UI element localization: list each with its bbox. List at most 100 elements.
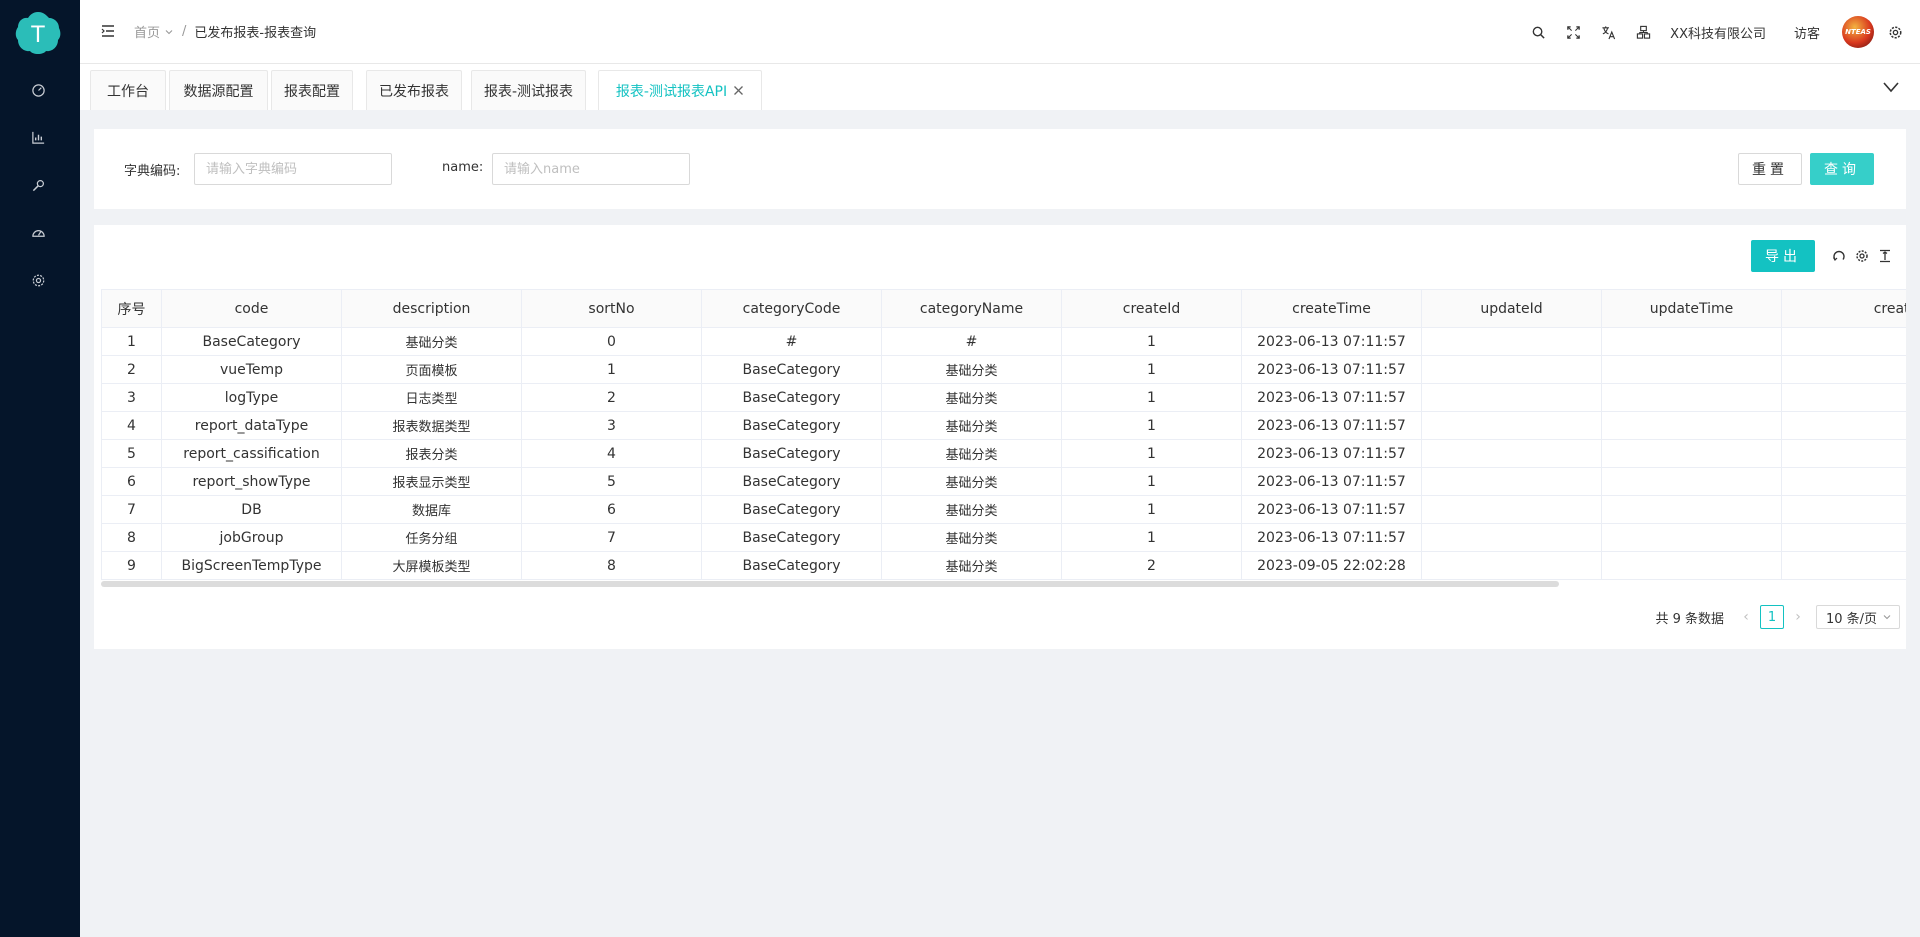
table-cell: report_cassification: [161, 439, 342, 468]
table-cell: 1: [1061, 383, 1242, 412]
table-cell: 2: [521, 383, 702, 412]
next-page-icon[interactable]: ›: [1790, 609, 1806, 625]
table-cell: [1421, 355, 1602, 384]
table-row[interactable]: 3 logType 日志类型 2 BaseCategory 基础分类 1 2023-06-13…: [101, 383, 1906, 412]
table-cell: 1: [1061, 495, 1242, 524]
settings-icon[interactable]: [28, 270, 48, 290]
table-cell: #: [881, 327, 1062, 356]
table-cell: 2: [101, 355, 162, 384]
table-row[interactable]: 7 DB 数据库 6 BaseCategory 基础分类 1 2023-06-13 07:11…: [101, 495, 1906, 524]
export-button[interactable]: 导出: [1751, 240, 1815, 272]
table-cell: 基础分类: [881, 355, 1062, 384]
table-cell: 1: [1061, 467, 1242, 496]
gear-icon[interactable]: [1886, 23, 1904, 41]
app-logo[interactable]: T: [14, 9, 62, 57]
column-height-icon[interactable]: [1877, 248, 1893, 264]
table-cell: [1781, 495, 1906, 524]
breadcrumb-home[interactable]: 首页: [134, 22, 174, 41]
avatar[interactable]: NTEAS: [1842, 16, 1874, 48]
table-cell: 基础分类: [881, 551, 1062, 580]
column-header[interactable]: categoryCode: [701, 289, 882, 328]
tab-label: 报表-测试报表: [483, 83, 574, 100]
table-cell: report_dataType: [161, 411, 342, 440]
dashboard-icon[interactable]: [28, 80, 48, 100]
table-cell: 4: [101, 411, 162, 440]
tab-datasource-config[interactable]: 数据源配置: [169, 70, 268, 110]
speed-icon[interactable]: [28, 222, 48, 242]
table-cell: 2023-06-13 07:11:57: [1241, 383, 1422, 412]
column-header[interactable]: updateId: [1421, 289, 1602, 328]
column-header[interactable]: updateTime: [1601, 289, 1782, 328]
user-name[interactable]: 访客: [1794, 23, 1820, 42]
tab-published-reports[interactable]: 已发布报表: [366, 70, 462, 110]
table-cell: 数据库: [341, 495, 522, 524]
table-row[interactable]: 5 report_cassification 报表分类 4 BaseCategory 基础…: [101, 439, 1906, 468]
table-cell: [1601, 327, 1782, 356]
tab-test-report[interactable]: 报表-测试报表: [471, 70, 586, 110]
tab-test-report-api[interactable]: 报表-测试报表API: [598, 70, 762, 110]
table-cell: [1421, 495, 1602, 524]
table-cell: 基础分类: [881, 495, 1062, 524]
horizontal-scrollbar[interactable]: [101, 581, 1559, 587]
column-header[interactable]: code: [161, 289, 342, 328]
column-settings-icon[interactable]: [1854, 248, 1870, 264]
table-row[interactable]: 1 BaseCategory 基础分类 0 # #1 2023-06-13 07:11:57: [101, 327, 1906, 356]
page-size-select[interactable]: 10 条/页: [1816, 605, 1900, 629]
name-input[interactable]: [492, 153, 690, 185]
table-cell: 基础分类: [341, 327, 522, 356]
table-row[interactable]: 8 jobGroup 任务分组 7 BaseCategory 基础分类 1 2023-06-1…: [101, 523, 1906, 552]
table-cell: 2: [1061, 551, 1242, 580]
chevron-down-icon: [165, 29, 173, 34]
page-size-label: 10 条/页: [1826, 611, 1878, 627]
table-cell: vueTemp: [161, 355, 342, 384]
dict-code-input[interactable]: [194, 153, 392, 185]
table-cell: 2023-06-13 07:11:57: [1241, 439, 1422, 468]
tab-label: 报表配置: [284, 83, 340, 100]
reset-button[interactable]: 重置: [1738, 153, 1802, 185]
table-row[interactable]: 6 report_showType 报表显示类型 5 BaseCategory 基础分类 1…: [101, 467, 1906, 496]
table-cell: [1421, 439, 1602, 468]
table-cell: 1: [1061, 355, 1242, 384]
table-cell: 7: [521, 523, 702, 552]
table-row[interactable]: 2 vueTemp 页面模板 1 BaseCategory 基础分类 1 2023-06-13…: [101, 355, 1906, 384]
fullscreen-icon[interactable]: [1564, 23, 1582, 41]
column-header[interactable]: createId: [1061, 289, 1242, 328]
column-header[interactable]: categoryName: [881, 289, 1062, 328]
refresh-icon[interactable]: [1831, 248, 1847, 264]
table-cell: 1: [1061, 327, 1242, 356]
table-cell: 基础分类: [881, 439, 1062, 468]
table-cell: 2023-06-13 07:11:57: [1241, 411, 1422, 440]
tab-report-config[interactable]: 报表配置: [271, 70, 353, 110]
table-cell: [1601, 383, 1782, 412]
table-row[interactable]: 9 BigScreenTempType 大屏模板类型 8 BaseCategory 基础分…: [101, 551, 1906, 580]
table-cell: [1781, 327, 1906, 356]
column-header[interactable]: createTime: [1241, 289, 1422, 328]
table-cell: 4: [521, 439, 702, 468]
table-row[interactable]: 4 report_dataType 报表数据类型 3 BaseCategory 基础分类 1…: [101, 411, 1906, 440]
column-header[interactable]: 序号: [101, 289, 162, 328]
table-cell: [1421, 551, 1602, 580]
table-cell: 1: [521, 355, 702, 384]
chart-icon[interactable]: [28, 127, 48, 147]
table-cell: BaseCategory: [701, 551, 882, 580]
table-cell: [1601, 467, 1782, 496]
column-header[interactable]: sortNo: [521, 289, 702, 328]
translate-icon[interactable]: [1599, 23, 1617, 41]
tab-workbench[interactable]: 工作台: [90, 70, 166, 110]
data-table: 序号 code description sortNo categoryCode categ…: [101, 289, 1906, 580]
menu-fold-icon[interactable]: [99, 22, 117, 40]
table-cell: 任务分组: [341, 523, 522, 552]
page-number[interactable]: 1: [1760, 605, 1784, 629]
tab-label: 工作台: [107, 83, 149, 100]
prev-page-icon[interactable]: ‹: [1738, 609, 1754, 625]
tabs-dropdown-icon[interactable]: [1882, 78, 1900, 96]
font-size-icon[interactable]: [1634, 23, 1652, 41]
close-icon[interactable]: [733, 85, 744, 96]
search-icon[interactable]: [1529, 23, 1547, 41]
column-header[interactable]: description: [341, 289, 522, 328]
table-cell: BaseCategory: [701, 383, 882, 412]
tools-icon[interactable]: [28, 175, 48, 195]
column-header[interactable]: createUse: [1781, 289, 1906, 328]
query-button[interactable]: 查询: [1810, 153, 1874, 185]
table-cell: 基础分类: [881, 411, 1062, 440]
